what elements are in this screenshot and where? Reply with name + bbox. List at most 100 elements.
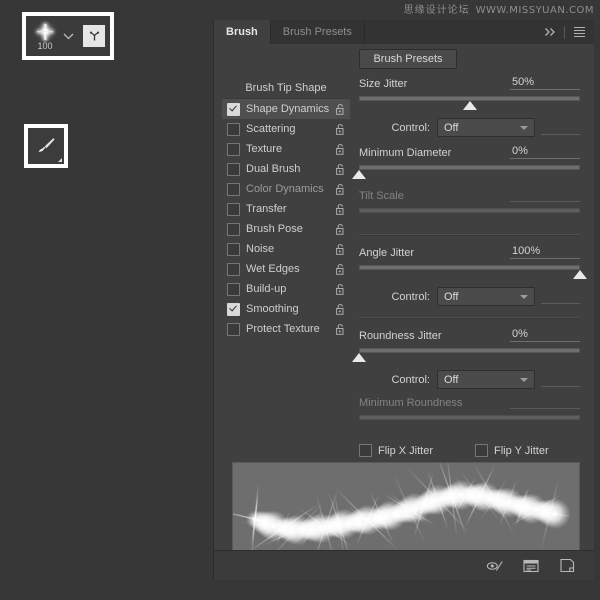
unlocked-padlock-icon[interactable] <box>335 303 346 316</box>
minimum-roundness-slider <box>359 414 580 430</box>
roundness-jitter-row: Roundness Jitter 0% <box>359 328 580 343</box>
double-chevron-right-icon[interactable] <box>542 24 558 40</box>
unlocked-padlock-icon[interactable] <box>335 103 346 116</box>
unlocked-padlock-icon[interactable] <box>335 283 346 296</box>
brush-tool-options-widget[interactable]: 100 <box>22 12 114 60</box>
checkbox-brush-pose[interactable] <box>227 222 240 236</box>
angle-jitter-control-label: Control: <box>391 290 430 303</box>
option-row-build-up[interactable]: Build-up <box>222 279 350 299</box>
tilt-scale-value <box>510 200 580 202</box>
option-row-brush-pose[interactable]: Brush Pose <box>222 219 350 239</box>
tilt-scale-group: Tilt Scale <box>359 190 580 223</box>
roundness-jitter-control-select[interactable]: Off <box>437 370 535 389</box>
paintbrush-tool-icon <box>28 128 64 164</box>
checkbox-shape-dynamics[interactable] <box>227 102 240 116</box>
checkbox-dual-brush[interactable] <box>227 162 240 176</box>
section-divider-1 <box>359 234 580 236</box>
checkbox-smoothing[interactable] <box>227 302 240 316</box>
size-jitter-value[interactable]: 50% <box>510 76 580 90</box>
brush-stroke-preview-svg <box>233 463 573 561</box>
slider-track <box>359 208 580 213</box>
checkbox-transfer[interactable] <box>227 202 240 216</box>
option-row-shape-dynamics[interactable]: Shape Dynamics <box>222 99 350 119</box>
slider-track <box>359 265 580 270</box>
unlocked-padlock-icon[interactable] <box>335 223 346 236</box>
chevron-down-icon[interactable] <box>63 27 74 45</box>
brush-tip-preview[interactable]: 100 <box>31 19 59 53</box>
minimum-diameter-value[interactable]: 0% <box>510 145 580 159</box>
select-value: Off <box>444 373 459 386</box>
option-row-transfer[interactable]: Transfer <box>222 199 350 219</box>
checkbox-build-up[interactable] <box>227 282 240 296</box>
size-jitter-control-select[interactable]: Off <box>437 118 535 137</box>
tab-brush-presets[interactable]: Brush Presets <box>270 20 365 44</box>
create-new-brush-icon[interactable] <box>558 557 576 575</box>
checkbox-protect-texture[interactable] <box>227 322 240 336</box>
panel-body: Brush Presets Brush Tip Shape Shape Dyna… <box>214 44 594 580</box>
select-value: Off <box>444 121 459 134</box>
checkbox-noise[interactable] <box>227 242 240 256</box>
roundness-jitter-label: Roundness Jitter <box>359 330 442 342</box>
brush-tip-shape-header[interactable]: Brush Tip Shape <box>222 78 350 99</box>
option-label: Wet Edges <box>246 263 300 275</box>
unlocked-padlock-icon[interactable] <box>335 123 346 136</box>
toggle-live-tip-brush-icon[interactable] <box>486 557 504 575</box>
option-row-scattering[interactable]: Scattering <box>222 119 350 139</box>
option-row-smoothing[interactable]: Smoothing <box>222 299 350 319</box>
checkbox-wet-edges[interactable] <box>227 262 240 276</box>
size-jitter-control-label: Control: <box>391 121 430 134</box>
option-row-protect-texture[interactable]: Protect Texture <box>222 319 350 339</box>
toggle-brush-panel-icon[interactable] <box>83 25 105 47</box>
open-preset-manager-icon[interactable] <box>522 557 540 575</box>
select-underline <box>541 302 580 304</box>
option-row-wet-edges[interactable]: Wet Edges <box>222 259 350 279</box>
brush-presets-button[interactable]: Brush Presets <box>359 49 457 69</box>
panel-tab-bar: Brush Brush Presets <box>214 20 594 44</box>
angle-jitter-control-select[interactable]: Off <box>437 287 535 306</box>
unlocked-padlock-icon[interactable] <box>335 243 346 256</box>
size-jitter-group: Size Jitter 50% Control: Off <box>359 76 580 137</box>
slider-thumb[interactable] <box>352 353 366 362</box>
checkbox-flip-x-jitter[interactable] <box>359 444 372 457</box>
minimum-diameter-slider[interactable] <box>352 164 580 180</box>
panel-menu-icon[interactable] <box>571 24 587 40</box>
select-underline <box>541 133 580 135</box>
option-label: Transfer <box>246 203 287 215</box>
size-jitter-slider[interactable] <box>359 95 580 111</box>
slider-thumb[interactable] <box>462 101 477 110</box>
select-underline <box>541 385 580 387</box>
option-row-color-dynamics[interactable]: Color Dynamics <box>222 179 350 199</box>
tilt-scale-label: Tilt Scale <box>359 190 404 202</box>
checkbox-color-dynamics[interactable] <box>227 182 240 196</box>
paintbrush-tool-button[interactable] <box>24 124 68 168</box>
checkbox-texture[interactable] <box>227 142 240 156</box>
checkbox-scattering[interactable] <box>227 122 240 136</box>
slider-thumb[interactable] <box>573 270 587 279</box>
shape-dynamics-controls: Size Jitter 50% Control: Off Minimum Dia… <box>352 76 587 484</box>
sparkle-core <box>42 29 48 34</box>
minimum-roundness-label: Minimum Roundness <box>359 397 463 409</box>
unlocked-padlock-icon[interactable] <box>335 263 346 276</box>
slider-thumb[interactable] <box>352 170 366 179</box>
angle-jitter-slider[interactable] <box>359 264 587 280</box>
watermark-url-text: WWW.MISSYUAN.COM <box>475 5 594 16</box>
chevron-down-icon <box>520 377 528 382</box>
presets-button-row: Brush Presets <box>214 44 594 74</box>
roundness-jitter-group: Roundness Jitter 0% Control: Off <box>352 328 580 389</box>
unlocked-padlock-icon[interactable] <box>335 323 346 336</box>
unlocked-padlock-icon[interactable] <box>335 203 346 216</box>
unlocked-padlock-icon[interactable] <box>335 143 346 156</box>
option-row-texture[interactable]: Texture <box>222 139 350 159</box>
option-row-noise[interactable]: Noise <box>222 239 350 259</box>
roundness-jitter-control-row: Control: Off <box>359 370 580 389</box>
flip-x-jitter-label: Flip X Jitter <box>378 444 434 457</box>
roundness-jitter-value[interactable]: 0% <box>510 328 580 342</box>
unlocked-padlock-icon[interactable] <box>335 183 346 196</box>
unlocked-padlock-icon[interactable] <box>335 163 346 176</box>
angle-jitter-value[interactable]: 100% <box>510 245 580 259</box>
roundness-jitter-slider[interactable] <box>352 347 580 363</box>
option-label: Noise <box>246 243 275 255</box>
option-row-dual-brush[interactable]: Dual Brush <box>222 159 350 179</box>
tab-brush[interactable]: Brush <box>214 20 271 44</box>
checkbox-flip-y-jitter[interactable] <box>475 444 489 457</box>
